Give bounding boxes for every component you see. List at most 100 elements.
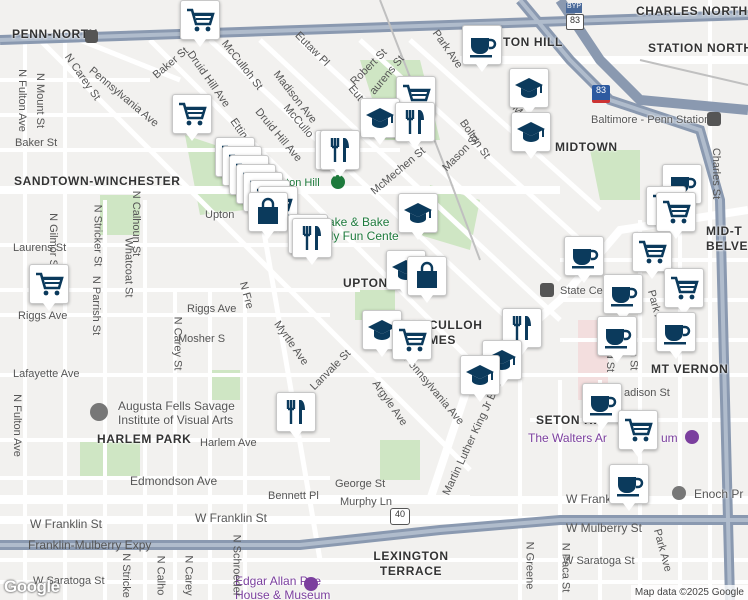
map-marker-cart[interactable]	[618, 410, 658, 457]
map-canvas[interactable]: PENN-NORTH CHARLES NORTH STATION NORTH T…	[0, 0, 748, 600]
place-enoch-label[interactable]: Enoch Pr	[694, 487, 743, 502]
map-marker-cart[interactable]	[656, 192, 696, 239]
metro-station-icon[interactable]	[85, 30, 98, 43]
street-n-greene: N Greene	[523, 541, 536, 590]
museum-icon[interactable]	[685, 430, 699, 444]
street-lafayette: Lafayette Ave	[13, 368, 80, 380]
map-marker-cart[interactable]	[172, 94, 212, 141]
neighborhood-midtown: MIDTOWN	[555, 140, 618, 154]
street-mosher-mid: Mosher S	[178, 333, 226, 345]
mortarboard-icon	[366, 108, 394, 128]
street-bennett: Bennett Pl	[268, 490, 319, 502]
street-n-carey-bottom: N Carey	[182, 555, 195, 596]
mortarboard-icon	[517, 122, 545, 142]
neighborhood-upton: UPTON	[343, 276, 388, 290]
museum-icon[interactable]	[304, 577, 318, 591]
street-n-schroeder: N Schroeder	[230, 534, 243, 597]
map-marker-food[interactable]	[292, 218, 332, 265]
street-n-stricker: N Stricker St	[91, 204, 104, 267]
place-walters-label[interactable]: The Walters Ar	[528, 431, 607, 446]
cart-icon	[399, 328, 427, 352]
street-w-franklin-left: W Franklin St	[30, 517, 103, 531]
street-whatcoat: Whatcoat St	[122, 237, 135, 298]
street-n-paca: N Paca St	[559, 542, 572, 593]
fork-knife-icon	[286, 400, 305, 424]
place-walters-label-end[interactable]: um	[661, 431, 678, 446]
fork-knife-icon	[330, 138, 349, 162]
coffee-cup-icon	[611, 287, 638, 307]
street-w-mulberry: W Mulberry St	[566, 521, 643, 535]
mortarboard-icon	[404, 203, 432, 223]
us-route-shield-icon: 40	[390, 508, 410, 525]
street-n-mount-st: N Mount St	[34, 72, 47, 129]
cart-icon	[639, 240, 667, 264]
map-marker-school[interactable]	[511, 112, 551, 159]
place-edgar-poe-label-2[interactable]: House & Museum	[235, 588, 330, 600]
shopping-bag-icon	[417, 261, 437, 288]
place-augusta-fells-label-2[interactable]: Institute of Visual Arts	[118, 413, 233, 428]
map-marker-school[interactable]	[360, 98, 400, 145]
neighborhood-bolton-hill: TON HILL	[503, 35, 563, 49]
mortarboard-icon	[466, 365, 494, 385]
street-harlem-ave: Harlem Ave	[200, 437, 257, 449]
map-marker-school[interactable]	[509, 68, 549, 115]
coffee-cup-icon	[590, 396, 617, 416]
byp-highway-badge: BYP	[566, 3, 582, 13]
map-marker-cup[interactable]	[582, 383, 622, 430]
neighborhood-harlem-park: HARLEM PARK	[97, 432, 192, 446]
metro-station-icon[interactable]	[540, 283, 554, 297]
map-marker-food[interactable]	[276, 392, 316, 439]
map-marker-bag[interactable]	[248, 192, 288, 239]
map-marker-cup[interactable]	[597, 316, 637, 363]
mortarboard-icon	[515, 78, 543, 98]
map-marker-cart[interactable]	[29, 264, 69, 311]
place-penn-station-label[interactable]: Baltimore - Penn Station	[591, 114, 710, 127]
map-marker-cart[interactable]	[180, 0, 220, 47]
coffee-cup-icon	[664, 325, 691, 345]
street-n-stricker-bottom: N Stricke	[119, 553, 132, 598]
train-station-icon[interactable]	[707, 112, 721, 126]
library-icon[interactable]	[672, 486, 686, 500]
place-state-center-label[interactable]: State Ce	[560, 285, 603, 298]
street-n-parrish: N Parrish St	[90, 275, 103, 336]
cart-icon	[187, 8, 215, 32]
street-riggs-mid: Riggs Ave	[187, 303, 237, 315]
us-route-shield-icon: 83	[566, 14, 584, 30]
place-augusta-fells-label[interactable]: Augusta Fells Savage	[118, 399, 235, 414]
shopping-bag-icon	[258, 197, 278, 224]
street-charles-st: Charles St	[710, 147, 723, 200]
map-marker-food[interactable]	[395, 102, 435, 149]
street-w-saratoga-right: W Saratoga St	[563, 555, 635, 567]
cart-icon	[663, 200, 691, 224]
coffee-cup-icon	[572, 249, 599, 269]
street-murphy: Murphy Ln	[340, 496, 392, 508]
cart-icon	[179, 102, 207, 126]
fork-knife-icon	[405, 110, 424, 134]
map-marker-cart[interactable]	[632, 232, 672, 279]
map-marker-food[interactable]	[320, 130, 360, 177]
neighborhood-charles-north: CHARLES NORTH	[636, 4, 748, 18]
map-marker-cup[interactable]	[656, 312, 696, 359]
map-marker-cup[interactable]	[603, 274, 643, 321]
place-upton-station-label[interactable]: Upton	[205, 209, 234, 222]
google-logo: Google	[4, 577, 60, 596]
place-pin-icon[interactable]	[331, 175, 345, 189]
street-laurens-left: Laurens St	[13, 242, 67, 254]
interstate-shield-icon: 83	[592, 85, 610, 103]
map-marker-cart[interactable]	[664, 268, 704, 315]
map-marker-bag[interactable]	[407, 256, 447, 303]
school-place-icon[interactable]	[90, 403, 108, 421]
coffee-cup-icon	[617, 477, 644, 497]
cart-icon	[671, 276, 699, 300]
map-marker-school[interactable]	[460, 355, 500, 402]
neighborhood-mt-vernon: MT VERNON	[651, 362, 729, 376]
street-madison-right: adison St	[624, 387, 670, 399]
map-marker-cup[interactable]	[564, 236, 604, 283]
neighborhood-station-north: STATION NORTH	[648, 41, 748, 55]
map-attribution[interactable]: Map data ©2025 Google	[630, 585, 748, 600]
map-marker-cup[interactable]	[462, 25, 502, 72]
map-marker-cart[interactable]	[392, 320, 432, 367]
map-marker-cup[interactable]	[609, 464, 649, 511]
map-marker-school[interactable]	[398, 193, 438, 240]
coffee-cup-icon	[470, 38, 497, 58]
